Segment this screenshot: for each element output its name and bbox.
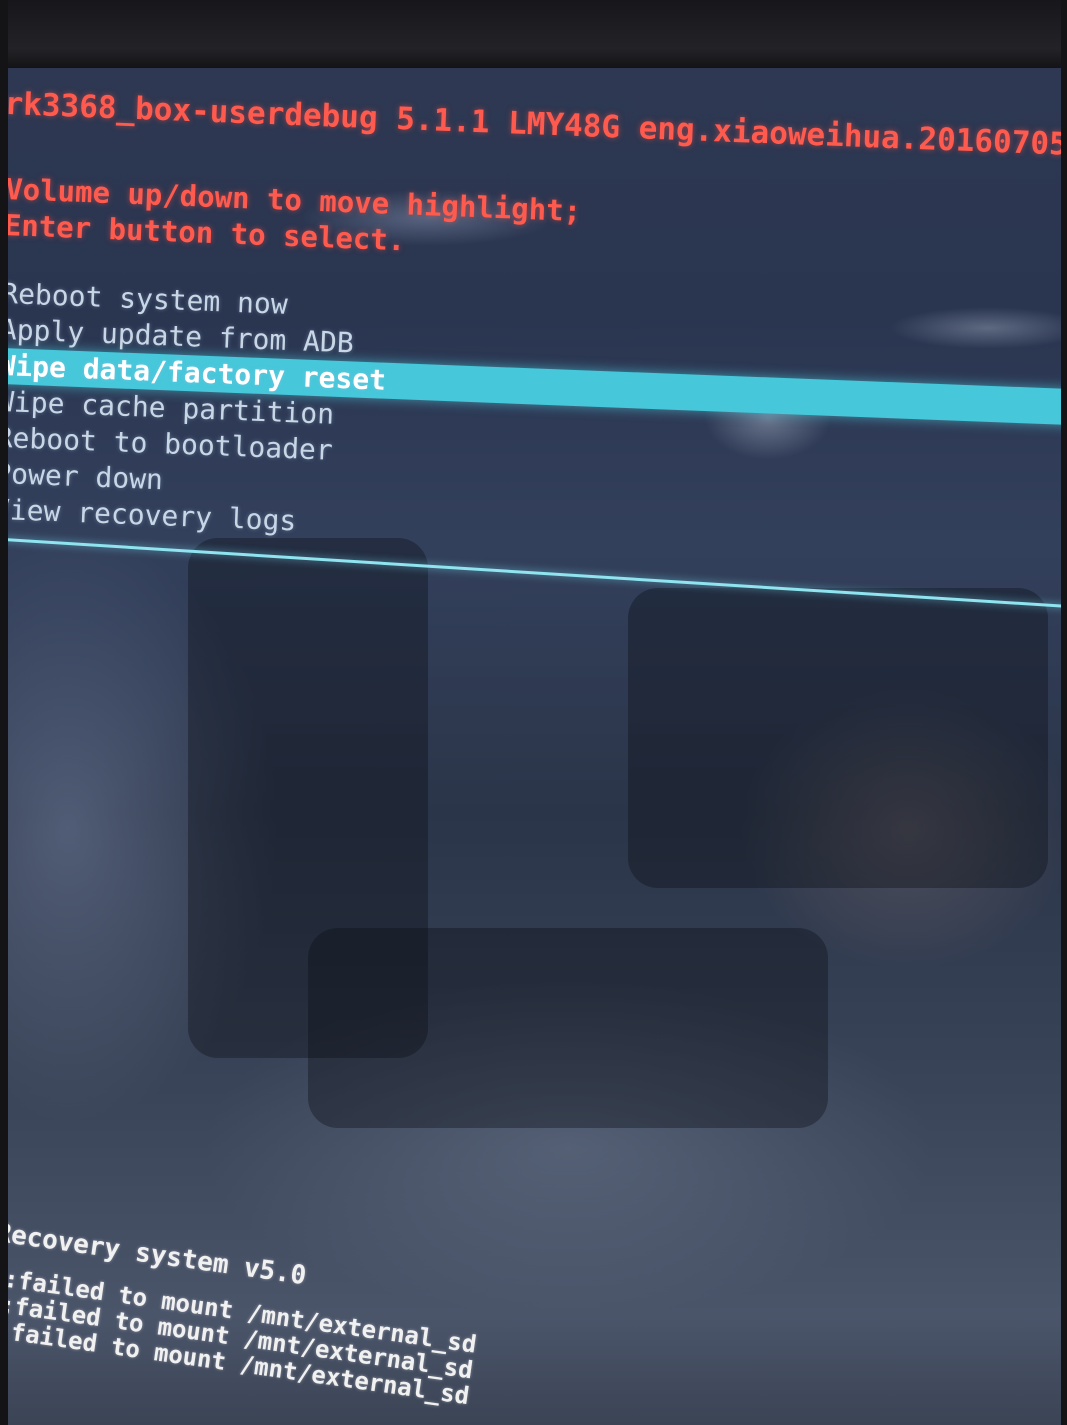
recovery-menu: Reboot system now Apply update from ADB … [8, 276, 1061, 570]
monitor-bezel-right [1061, 0, 1067, 1425]
build-title: rk3368_box-userdebug 5.1.1 LMY48G eng.xi… [8, 85, 1061, 166]
monitor-bezel-top [0, 0, 1067, 70]
monitor-photo: rk3368_box-userdebug 5.1.1 LMY48G eng.xi… [0, 0, 1067, 1425]
monitor-bezel-left [0, 0, 8, 1425]
recovery-console: rk3368_box-userdebug 5.1.1 LMY48G eng.xi… [8, 68, 1061, 1425]
recovery-screen: rk3368_box-userdebug 5.1.1 LMY48G eng.xi… [8, 68, 1061, 1425]
